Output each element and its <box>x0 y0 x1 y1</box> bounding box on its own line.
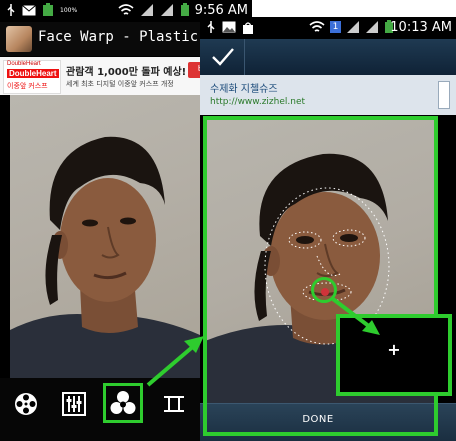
action-bar-divider <box>244 39 245 75</box>
status-icons-right: 1 <box>309 20 394 34</box>
ad-logo-line1: DoubleHeart <box>7 61 41 67</box>
signal-icon <box>366 21 378 33</box>
sliders-icon <box>62 392 86 416</box>
image-icon <box>222 21 236 33</box>
signal-icon <box>347 21 359 33</box>
status-icons-right <box>118 3 190 17</box>
signal-icon <box>161 4 173 16</box>
wifi-icon <box>309 21 325 32</box>
status-time: 9:56 AM <box>194 3 248 18</box>
crop-frame-icon <box>164 396 184 412</box>
status-icons-left: 100% <box>6 3 77 17</box>
zoom-preview-box: + <box>336 314 452 396</box>
ad-logo: DoubleHeart DoubleHeart 이중앞 커스프 <box>3 60 61 94</box>
bag-icon <box>243 21 253 34</box>
warp-blob-icon <box>110 391 136 414</box>
portrait-image <box>10 136 200 378</box>
checkmark-icon <box>212 48 234 66</box>
ad-headline: 관람객 1,000만 돌파 예상! <box>66 67 187 78</box>
ad-logo-line3: 이중앞 커스프 <box>7 83 48 90</box>
crop-tool-button[interactable] <box>156 386 192 422</box>
confirm-button[interactable] <box>210 45 236 69</box>
battery-icon <box>181 3 189 16</box>
adjust-tool-button[interactable] <box>56 386 92 422</box>
app-icon <box>6 26 32 52</box>
action-bar <box>200 39 456 75</box>
highlight-circle-touch-point <box>311 277 337 303</box>
status-bar: 1 10:13 AM <box>200 17 456 39</box>
signal-icon <box>141 4 153 16</box>
wifi-icon <box>118 4 134 15</box>
battery-full-icon <box>43 3 53 16</box>
ad-logo-line2: DoubleHeart <box>7 69 59 78</box>
ad-subline: 세계 최초 디지털 이중앞 커스프 개정 <box>66 80 174 88</box>
film-reel-tool-button[interactable] <box>8 386 44 422</box>
ad-banner[interactable]: 수제화 지첼슈즈 http://www.zizhel.net <box>200 75 456 115</box>
status-icons-left <box>206 20 254 34</box>
warp-tool-button[interactable] <box>103 383 143 423</box>
ad-info-icon[interactable] <box>438 81 450 109</box>
mail-icon <box>22 4 36 15</box>
usb-icon <box>207 21 215 33</box>
ad-headline: 수제화 지첼슈즈 <box>210 84 278 95</box>
status-time: 10:13 AM <box>390 20 452 35</box>
battery-label: 100% <box>60 6 78 14</box>
film-reel-icon <box>15 393 37 415</box>
crosshair-icon: + <box>387 340 401 359</box>
usb-icon <box>7 4 15 16</box>
notification-badge-icon: 1 <box>330 21 341 33</box>
ad-url[interactable]: http://www.zizhel.net <box>210 97 305 107</box>
portrait-photo <box>10 95 200 378</box>
